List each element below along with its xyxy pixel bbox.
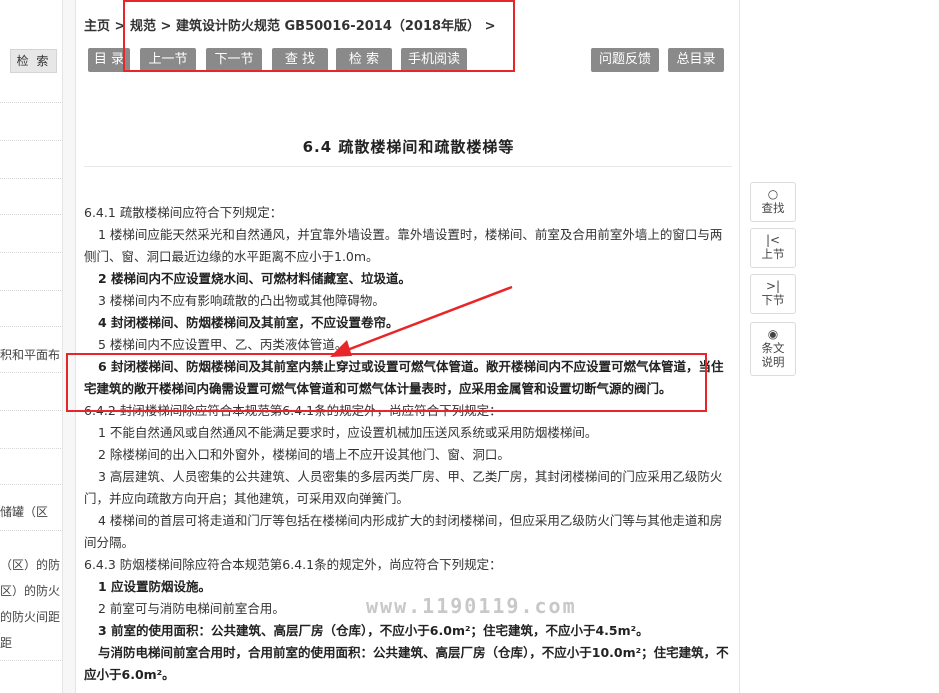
float-next-button[interactable]: >| 下节 [750, 274, 796, 314]
skip-back-icon: |< [765, 233, 781, 247]
arrow-shaft [341, 285, 513, 354]
float-find-label: 查找 [761, 201, 785, 215]
float-prev-button[interactable]: |< 上节 [750, 228, 796, 268]
float-explanation-button[interactable]: ◉ 条文说明 [750, 322, 796, 376]
skip-forward-icon: >| [765, 279, 781, 293]
search-icon: ○ [767, 187, 779, 201]
annotation-arrow [330, 285, 513, 357]
float-next-label: 下节 [761, 293, 785, 307]
arrow-head [330, 340, 352, 357]
float-explanation-label: 条文说明 [761, 341, 785, 369]
eye-icon: ◉ [767, 327, 779, 341]
float-find-button[interactable]: ○ 查找 [750, 182, 796, 222]
float-prev-label: 上节 [761, 247, 785, 261]
